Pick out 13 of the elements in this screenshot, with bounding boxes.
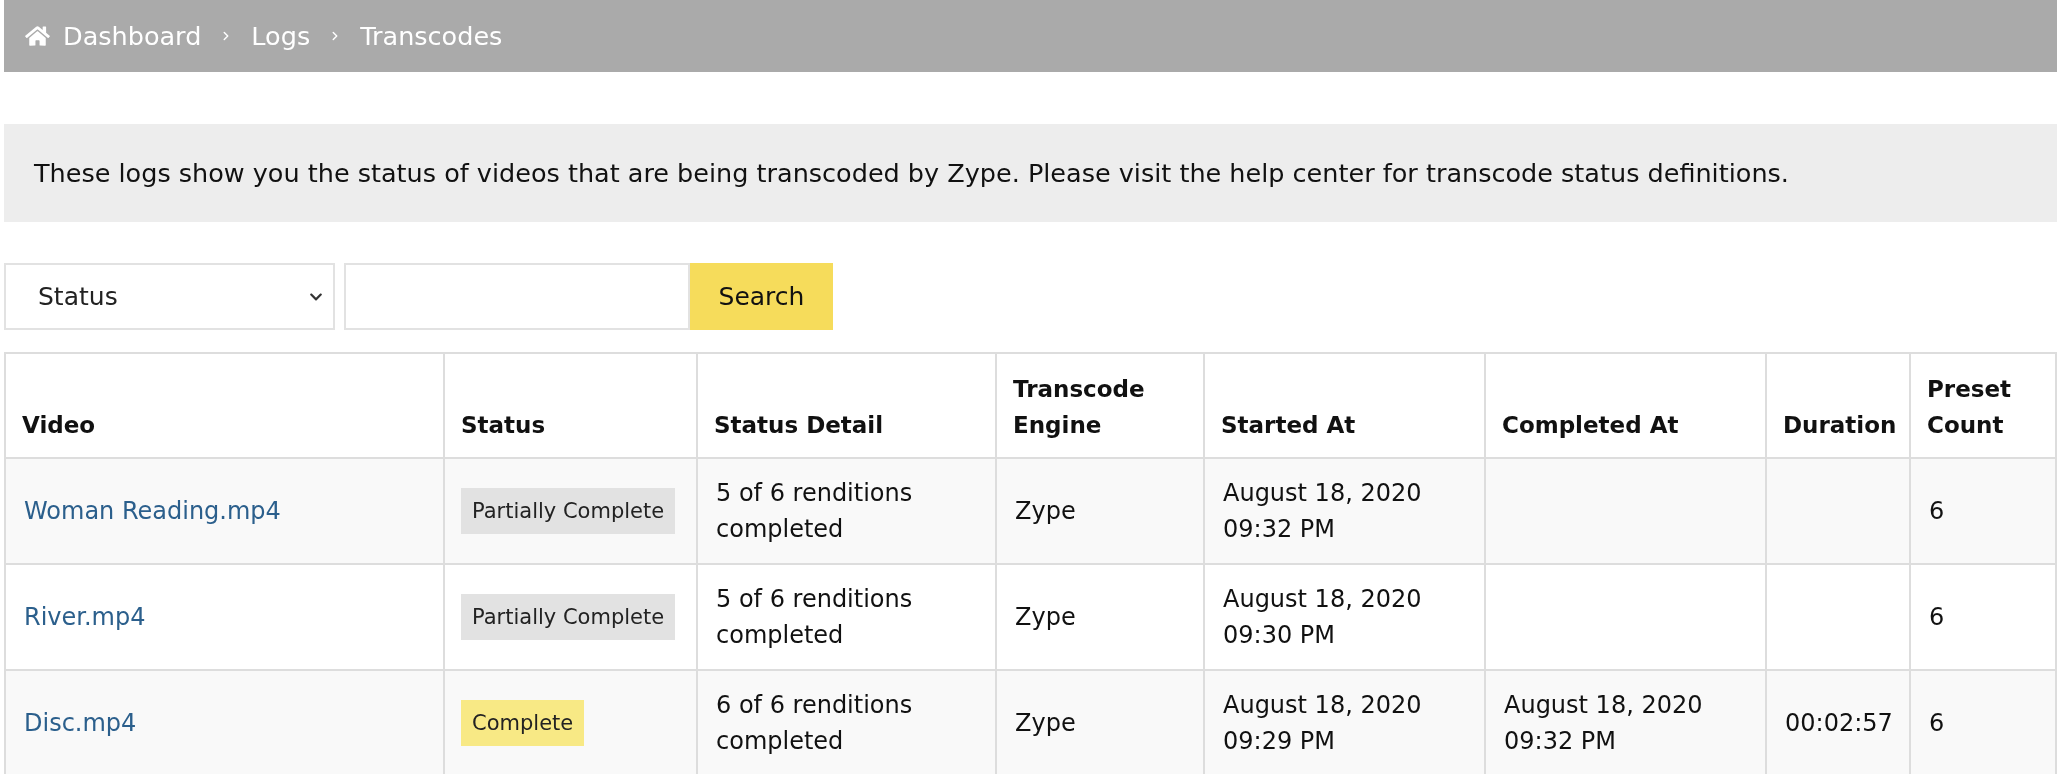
video-link[interactable]: Disc.mp4 (24, 709, 137, 737)
search-field[interactable] (344, 263, 690, 330)
info-message: These logs show you the status of videos that are being transcoded by Zype. Please visit the help center for transcode status definitions. (4, 124, 2057, 222)
status-badge: Partially Complete (461, 488, 676, 534)
status-badge: Partially Complete (461, 594, 676, 640)
status-select[interactable]: Status (4, 263, 335, 330)
status-badge: Complete (461, 700, 585, 746)
video-link[interactable]: Woman Reading.mp4 (24, 497, 281, 525)
video-link[interactable]: River.mp4 (24, 603, 146, 631)
breadcrumb-current: Transcodes (360, 19, 503, 53)
home-icon[interactable] (25, 25, 50, 47)
search-button[interactable]: Search (690, 263, 833, 330)
column-header: Video (5, 353, 444, 458)
